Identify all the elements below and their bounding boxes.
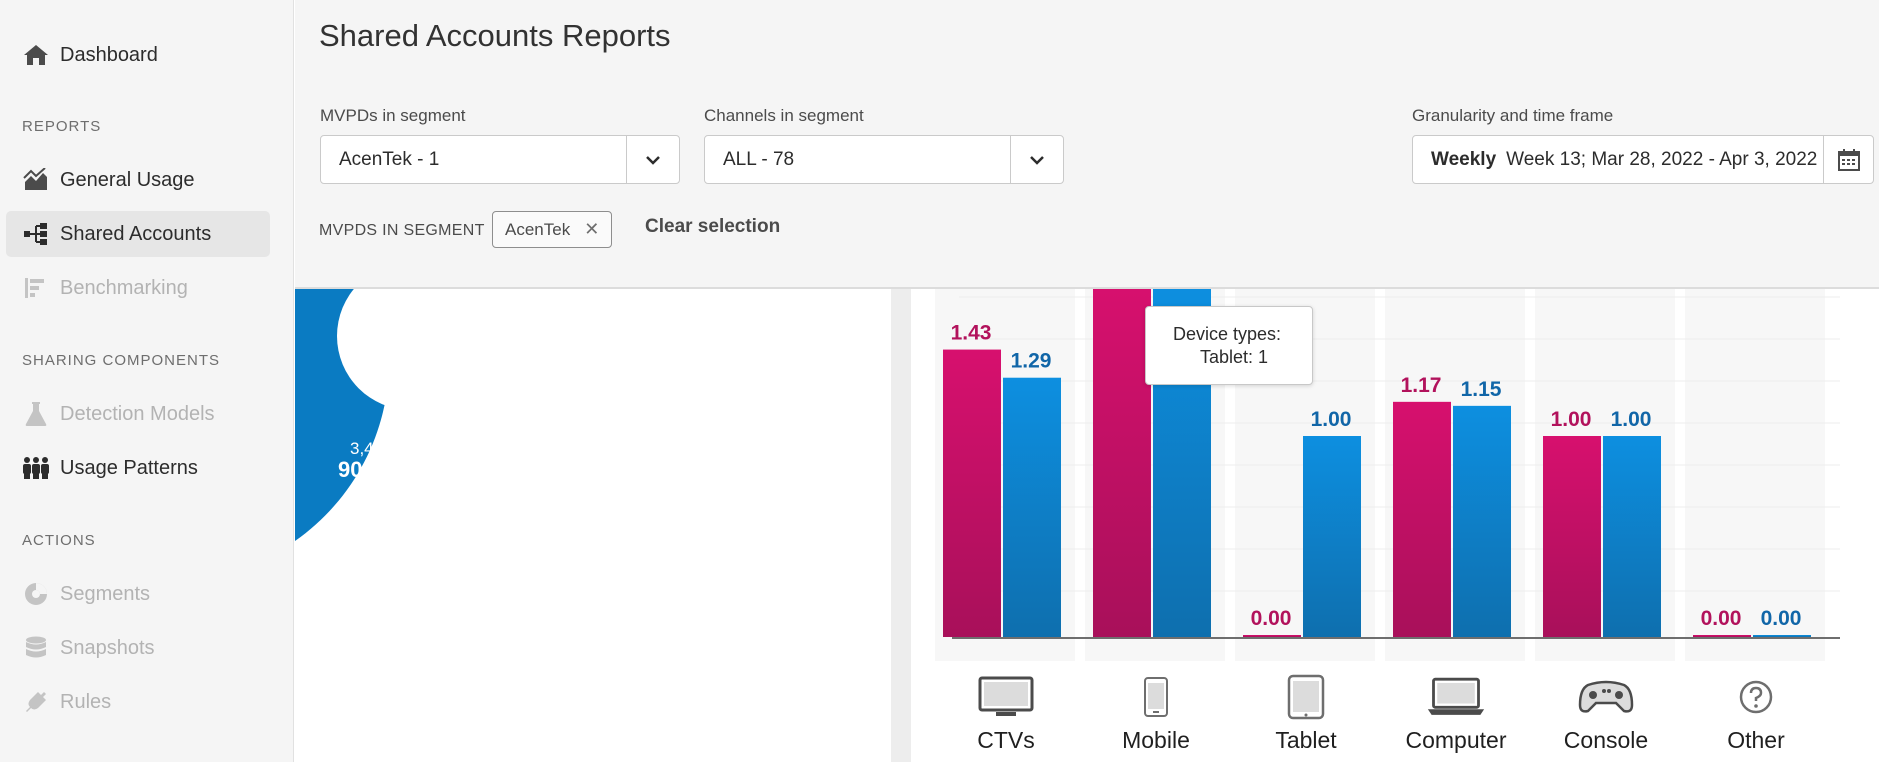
database-icon <box>22 634 50 662</box>
sidebar-item-general-usage[interactable]: General Usage <box>6 157 270 203</box>
bar-tablet-series-1 <box>1243 635 1301 637</box>
bar-mobile-series-1 <box>1093 289 1151 637</box>
granularity-value: Weekly <box>1431 148 1497 170</box>
segment-tag-label: AcenTek <box>505 219 571 239</box>
sidebar-item-detection-models[interactable]: Detection Models <box>6 391 270 437</box>
bar-computer-series-1 <box>1393 401 1451 637</box>
sidebar-item-label: General Usage <box>60 168 195 191</box>
data-label: 1.00 <box>1611 408 1652 431</box>
data-label: 1.15 <box>1461 378 1502 401</box>
category-label: Tablet <box>1275 727 1337 753</box>
data-label: 0.00 <box>1701 607 1742 630</box>
granularity-field-label: Granularity and time frame <box>1412 106 1614 125</box>
benchmark-icon <box>22 274 50 302</box>
date-range-value: Week 13; Mar 28, 2022 - Apr 3, 2022 <box>1506 148 1818 170</box>
tablet-icon <box>1276 674 1336 720</box>
help-icon <box>1726 674 1786 720</box>
sidebar-item-label: Usage Patterns <box>60 456 198 479</box>
sidebar-item-usage-patterns[interactable]: Usage Patterns <box>6 445 270 491</box>
data-label: 1.17 <box>1401 374 1442 397</box>
data-label: 1.29 <box>1011 350 1052 373</box>
bar-console-series-2 <box>1603 436 1661 637</box>
sidebar-item-shared-accounts[interactable]: Shared Accounts <box>6 211 270 257</box>
category-label: Other <box>1727 727 1785 753</box>
bar-tablet-series-2 <box>1303 436 1361 637</box>
mvpd-select-value: AcenTek - 1 <box>339 148 440 170</box>
chevron-down-icon[interactable] <box>1010 136 1063 183</box>
close-icon[interactable]: ✕ <box>584 219 599 240</box>
shared-accounts-icon <box>22 220 50 248</box>
data-label: 0.00 <box>1251 607 1292 630</box>
data-label: 1.00 <box>1551 408 1592 431</box>
sidebar-item-rules[interactable]: Rules <box>6 679 270 725</box>
home-icon <box>22 41 50 69</box>
segments-icon <box>22 580 50 608</box>
bar-ctvs-series-2 <box>1003 377 1061 637</box>
category-label: CTVs <box>977 727 1035 753</box>
device-bar-chart: 1.43 1.29 0.00 1.00 1.17 1.15 1.00 1.00 0.00 0.00 <box>935 289 1840 661</box>
sidebar-item-benchmarking[interactable]: Benchmarking <box>6 265 270 311</box>
date-range-picker[interactable]: Weekly Week 13; Mar 28, 2022 - Apr 3, 20… <box>1412 135 1874 184</box>
plug-icon <box>22 688 50 716</box>
sidebar-item-segments[interactable]: Segments <box>6 571 270 617</box>
sidebar-item-label: Dashboard <box>60 43 158 66</box>
category-label: Console <box>1563 727 1649 753</box>
chevron-down-icon[interactable] <box>626 136 679 183</box>
report-content: 3,437 90.9% 1.43 1.29 0.00 1.00 1.17 1.15 1.00… <box>295 289 1879 762</box>
segment-label: MVPDS IN SEGMENT <box>319 222 485 239</box>
sidebar-item-label: Segments <box>60 582 151 605</box>
sidebar-item-snapshots[interactable]: Snapshots <box>6 625 270 671</box>
channels-select-value: ALL - 78 <box>723 148 795 170</box>
people-icon <box>22 454 50 482</box>
section-heading-actions: ACTIONS <box>22 532 96 549</box>
sidebar-item-dashboard[interactable]: Dashboard <box>6 32 270 78</box>
mvpd-select[interactable]: AcenTek - 1 <box>320 135 680 184</box>
bar-other-series-2 <box>1753 635 1811 637</box>
sidebar: Dashboard REPORTS General Usage Shared A… <box>0 0 294 762</box>
computer-icon <box>1426 674 1486 720</box>
sidebar-item-label: Rules <box>60 690 112 713</box>
category-label: Computer <box>1405 727 1507 753</box>
data-label: 1.00 <box>1311 408 1352 431</box>
mvpd-field-label: MVPDs in segment <box>320 106 466 125</box>
flask-icon <box>22 400 50 428</box>
console-icon <box>1576 674 1636 720</box>
chart-icon <box>22 166 50 194</box>
bar-console-series-1 <box>1543 436 1601 637</box>
clear-selection-button[interactable]: Clear selection <box>645 216 780 238</box>
chart-tooltip: Device types: Tablet: 1 <box>1145 306 1313 385</box>
section-heading-reports: REPORTS <box>22 118 102 135</box>
sidebar-item-label: Snapshots <box>60 636 155 659</box>
channels-select[interactable]: ALL - 78 <box>704 135 1064 184</box>
data-label: 1.43 <box>951 322 992 345</box>
filter-header: Shared Accounts Reports MVPDs in segment… <box>295 0 1879 289</box>
mobile-icon <box>1126 674 1186 720</box>
page-title: Shared Accounts Reports <box>319 18 671 53</box>
bar-ctvs-series-1 <box>943 349 1001 637</box>
sidebar-item-label: Benchmarking <box>60 276 188 299</box>
data-label: 0.00 <box>1761 607 1802 630</box>
bar-computer-series-2 <box>1453 405 1511 637</box>
tooltip-line-2: Tablet: 1 <box>1200 347 1269 367</box>
tv-icon <box>976 674 1036 720</box>
section-heading-sharing: SHARING COMPONENTS <box>22 352 221 369</box>
calendar-icon[interactable] <box>1823 136 1873 183</box>
channels-field-label: Channels in segment <box>704 106 864 125</box>
tooltip-line-1: Device types: <box>1173 324 1282 344</box>
category-label: Mobile <box>1122 727 1190 753</box>
sidebar-item-label: Detection Models <box>60 402 215 425</box>
sidebar-item-label: Shared Accounts <box>60 222 212 245</box>
category-column-bg <box>1685 289 1825 661</box>
bar-other-series-1 <box>1693 635 1751 637</box>
segment-tag: AcenTek ✕ <box>492 211 613 248</box>
